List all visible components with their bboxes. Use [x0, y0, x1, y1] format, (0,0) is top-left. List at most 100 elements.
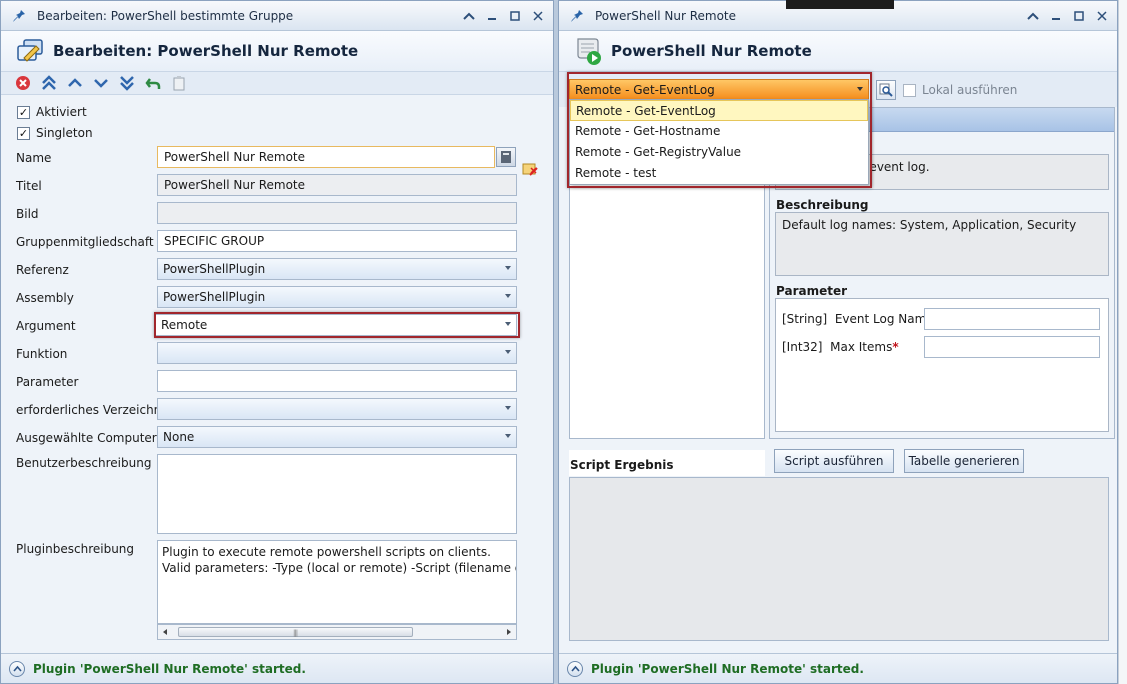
- close-icon[interactable]: [531, 9, 545, 23]
- maximize-icon[interactable]: [1072, 9, 1086, 23]
- move-down-icon[interactable]: [91, 73, 111, 93]
- rename-edit-icon[interactable]: [521, 160, 539, 178]
- minimize-icon[interactable]: [1049, 9, 1063, 23]
- param-name: Event Log Name: [834, 312, 934, 326]
- clipboard-icon[interactable]: [169, 73, 189, 93]
- left-toolbar: [1, 71, 553, 95]
- chevron-down-icon: [505, 294, 511, 298]
- undo-icon[interactable]: [143, 73, 163, 93]
- left-header: Bearbeiten: PowerShell Nur Remote: [1, 31, 553, 71]
- referenz-value: PowerShellPlugin: [163, 262, 266, 276]
- aktiviert-checkbox[interactable]: ✓ Aktiviert: [17, 105, 87, 119]
- move-up-icon[interactable]: [65, 73, 85, 93]
- scroll-right-icon[interactable]: [507, 629, 511, 635]
- assembly-label: Assembly: [16, 291, 74, 305]
- aktiviert-label: Aktiviert: [36, 105, 87, 119]
- right-statusbar: Plugin 'PowerShell Nur Remote' started.: [559, 653, 1117, 683]
- right-status-text: Plugin 'PowerShell Nur Remote' started.: [591, 661, 864, 676]
- book-icon: [501, 151, 511, 163]
- parameter-title: Parameter: [776, 284, 848, 298]
- name-lookup-button[interactable]: [496, 147, 516, 167]
- benutzer-textarea[interactable]: [157, 454, 517, 534]
- beschreibung-title: Beschreibung: [776, 198, 869, 212]
- plugin-line2: Valid parameters: -Type (local or remote…: [162, 561, 516, 575]
- funktion-select[interactable]: [157, 342, 517, 364]
- background-window-edge: [1118, 0, 1127, 684]
- computer-label: Ausgewählte Computer: [16, 431, 157, 445]
- param-type: [Int32]: [782, 340, 823, 354]
- name-label: Name: [16, 151, 52, 165]
- bild-field[interactable]: [157, 202, 517, 224]
- cancel-icon[interactable]: [13, 73, 33, 93]
- plugin-hscrollbar[interactable]: |||: [157, 624, 517, 640]
- close-icon[interactable]: [1095, 9, 1109, 23]
- generate-table-button[interactable]: Tabelle generieren: [904, 449, 1024, 473]
- chevron-down-icon: [505, 406, 511, 410]
- run-script-button[interactable]: Script ausführen: [774, 449, 894, 473]
- move-top-icon[interactable]: [39, 73, 59, 93]
- lokal-label: Lokal ausführen: [922, 83, 1018, 97]
- grip-icon: |||: [293, 629, 298, 637]
- param-type: [String]: [782, 312, 828, 326]
- event-log-name-input[interactable]: [924, 308, 1100, 330]
- bild-label: Bild: [16, 207, 39, 221]
- name-field[interactable]: PowerShell Nur Remote: [157, 146, 495, 168]
- parameter-box: [String] Event Log Name* [Int32] Max Ite…: [775, 298, 1109, 432]
- referenz-select[interactable]: PowerShellPlugin: [157, 258, 517, 280]
- dropdown-highlight: [567, 72, 872, 188]
- benutzer-label: Benutzerbeschreibung: [16, 456, 152, 470]
- singleton-checkbox[interactable]: ✓ Singleton: [17, 126, 93, 140]
- minimize-icon[interactable]: [485, 9, 499, 23]
- collapse-icon[interactable]: [462, 9, 476, 23]
- check-icon: ✓: [17, 126, 30, 140]
- checkbox-box: [903, 83, 916, 97]
- move-bottom-icon[interactable]: [117, 73, 137, 93]
- chevron-down-icon: [505, 434, 511, 438]
- titel-label: Titel: [16, 179, 42, 193]
- script-run-icon: [573, 36, 603, 66]
- left-statusbar: Plugin 'PowerShell Nur Remote' started.: [1, 653, 553, 683]
- computer-select[interactable]: None: [157, 426, 517, 448]
- funktion-label: Funktion: [16, 347, 68, 361]
- parameter-label: Parameter: [16, 375, 79, 389]
- lokal-checkbox[interactable]: Lokal ausführen: [903, 83, 1017, 97]
- max-items-input[interactable]: [924, 336, 1100, 358]
- argument-highlight: [154, 312, 520, 338]
- expand-up-icon[interactable]: [567, 660, 583, 677]
- pin-icon: [11, 8, 27, 24]
- chevron-down-icon: [505, 350, 511, 354]
- verzeichnis-select[interactable]: [157, 398, 517, 420]
- right-heading: PowerShell Nur Remote: [611, 42, 812, 60]
- edit-windows-icon: [15, 36, 45, 66]
- titel-field[interactable]: PowerShell Nur Remote: [157, 174, 517, 196]
- referenz-label: Referenz: [16, 263, 69, 277]
- right-window-title: PowerShell Nur Remote: [595, 8, 736, 23]
- verzeichnis-label: erforderliches Verzeichnis: [16, 403, 171, 417]
- right-header: PowerShell Nur Remote: [559, 31, 1117, 71]
- required-marker: *: [892, 340, 899, 354]
- collapse-icon[interactable]: [1026, 9, 1040, 23]
- script-result-area[interactable]: [569, 477, 1109, 641]
- pin-icon: [569, 8, 585, 24]
- left-window-title: Bearbeiten: PowerShell bestimmte Gruppe: [37, 8, 294, 23]
- check-icon: ✓: [17, 105, 30, 119]
- script-window: PowerShell Nur Remote PowerShell Nur Rem…: [558, 0, 1118, 684]
- background-dark-bar: [786, 0, 894, 9]
- left-heading: Bearbeiten: PowerShell Nur Remote: [53, 42, 359, 60]
- param-label-maxitems: [Int32] Max Items*: [782, 340, 899, 354]
- assembly-select[interactable]: PowerShellPlugin: [157, 286, 517, 308]
- search-script-button[interactable]: [876, 80, 896, 100]
- plugin-line1: Plugin to execute remote powershell scri…: [162, 545, 491, 559]
- scroll-left-icon[interactable]: [163, 629, 167, 635]
- param-name: Max Items: [830, 340, 893, 354]
- plugin-label: Pluginbeschreibung: [16, 542, 135, 556]
- gruppen-field[interactable]: SPECIFIC GROUP: [157, 230, 517, 252]
- parameter-field[interactable]: [157, 370, 517, 392]
- param-label-eventlog: [String] Event Log Name*: [782, 312, 940, 326]
- left-titlebar[interactable]: Bearbeiten: PowerShell bestimmte Gruppe: [1, 1, 553, 31]
- maximize-icon[interactable]: [508, 9, 522, 23]
- plugin-textarea[interactable]: Plugin to execute remote powershell scri…: [157, 540, 517, 624]
- scroll-thumb[interactable]: |||: [178, 627, 413, 637]
- expand-up-icon[interactable]: [9, 660, 25, 677]
- argument-label: Argument: [16, 319, 76, 333]
